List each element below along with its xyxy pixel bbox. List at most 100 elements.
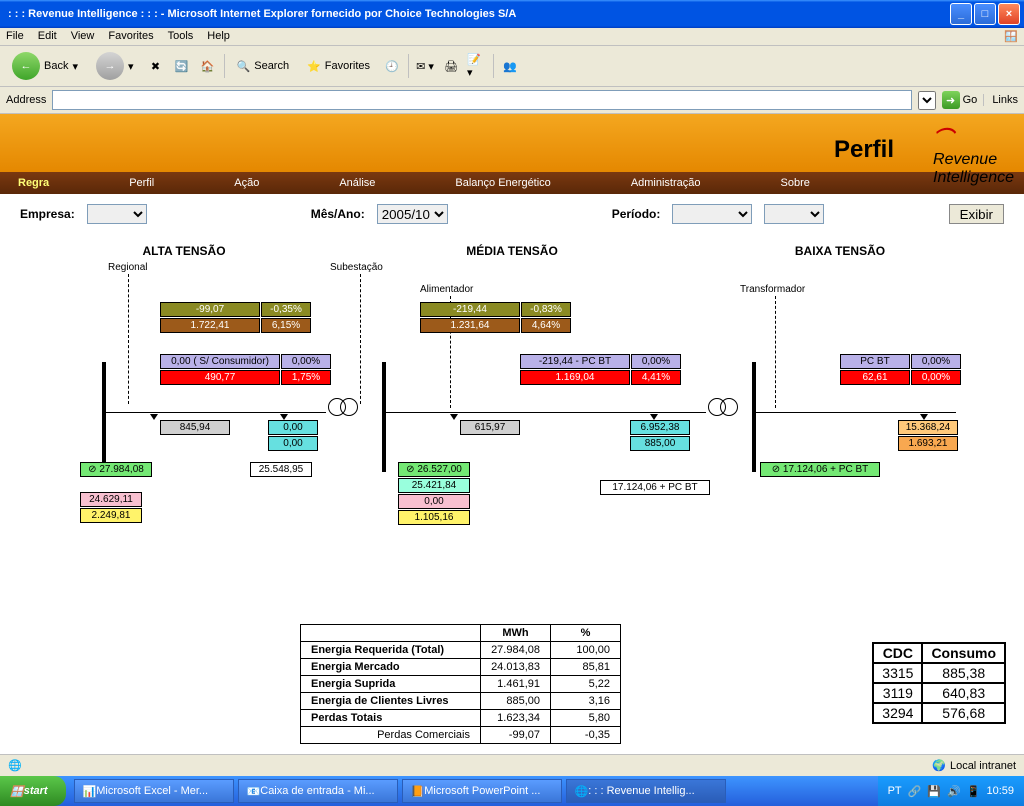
taskbar-item-outlook[interactable]: 📧 Caixa de entrada - Mi...: [238, 779, 398, 803]
minimize-button[interactable]: _: [950, 3, 972, 25]
taskbar-item-ie[interactable]: 🌐 : : : Revenue Intellig...: [566, 779, 726, 803]
media-brown-val: 1.231,64: [420, 318, 520, 333]
media-red-pct: 4,41%: [631, 370, 681, 385]
media-cyan2: 885,00: [630, 436, 690, 451]
window-title: : : : Revenue Intelligence : : : - Micro…: [4, 8, 950, 20]
address-dropdown[interactable]: [918, 91, 936, 110]
alta-loss-pct: -0,35%: [261, 302, 311, 317]
alta-lav-val: 0,00 ( S/ Consumidor): [160, 354, 280, 369]
label-subestacao: Subestação: [330, 262, 383, 273]
zone-icon: 🌍: [932, 759, 946, 772]
toolbar: ← Back ▾ → ▾ ✖ 🔄 🏠 🔍 Search ⭐ Favorites …: [0, 46, 1024, 87]
menu-tools[interactable]: Tools: [168, 30, 194, 43]
media-cyan1: 6.952,38: [630, 420, 690, 435]
refresh-button[interactable]: 🔄: [172, 56, 192, 76]
page-viewport: Perfil ⌒ RevenueIntelligence Regra Perfi…: [0, 114, 1024, 754]
transformer2-icon: [708, 398, 738, 419]
label-empresa: Empresa:: [20, 207, 75, 221]
alta-gray: 845,94: [160, 420, 230, 435]
filter-row: Empresa: Mês/Ano: 2005/10 Período: Exibi…: [20, 204, 1004, 224]
tab-admin[interactable]: Administração: [631, 177, 701, 189]
tab-acao[interactable]: Ação: [234, 177, 259, 189]
media-lav-pct: 0,00%: [631, 354, 681, 369]
tray-icon[interactable]: 🔗: [908, 785, 922, 798]
media-lav-val: -219,44 - PC BT: [520, 354, 630, 369]
mail-button[interactable]: ✉ ▾: [415, 56, 435, 76]
alta-green: ⊘ 27.984,08: [80, 462, 152, 477]
tab-balanco[interactable]: Balanço Energético: [455, 177, 550, 189]
media-brown-pct: 4,64%: [521, 318, 571, 333]
select-periodo-from[interactable]: [672, 204, 752, 224]
menubar: File Edit View Favorites Tools Help 🪟: [0, 28, 1024, 46]
tab-analise[interactable]: Análise: [339, 177, 375, 189]
col-media: MÉDIA TENSÃO: [348, 244, 676, 258]
maximize-button[interactable]: □: [974, 3, 996, 25]
close-button[interactable]: ×: [998, 3, 1020, 25]
select-mesano[interactable]: 2005/10: [377, 204, 448, 224]
messenger-button[interactable]: 👥: [500, 56, 520, 76]
media-pink: 0,00: [398, 494, 470, 509]
col-baixa: BAIXA TENSÃO: [676, 244, 1004, 258]
alta-brown-pct: 6,15%: [261, 318, 311, 333]
tray-icon[interactable]: 💾: [927, 785, 941, 798]
select-periodo-to[interactable]: [764, 204, 824, 224]
statusbar: 🌐 🌍 Local intranet: [0, 754, 1024, 776]
menu-file[interactable]: File: [6, 30, 24, 43]
select-empresa[interactable]: [87, 204, 147, 224]
start-button[interactable]: 🪟 start: [0, 776, 66, 806]
menu-edit[interactable]: Edit: [38, 30, 57, 43]
alta-cyan1: 0,00: [268, 420, 318, 435]
cdc-table: CDCConsumo 3315885,38 3119640,83 3294576…: [872, 642, 1006, 724]
taskbar-item-excel[interactable]: 📊 Microsoft Excel - Mer...: [74, 779, 234, 803]
forward-icon: →: [96, 52, 124, 80]
media-gray: 615,97: [460, 420, 520, 435]
tray-icon[interactable]: 🔊: [947, 785, 961, 798]
links-label[interactable]: Links: [983, 94, 1018, 106]
taskbar-item-powerpoint[interactable]: 📙 Microsoft PowerPoint ...: [402, 779, 562, 803]
baixa-lav-val: PC BT: [840, 354, 910, 369]
menu-help[interactable]: Help: [207, 30, 230, 43]
address-label: Address: [6, 94, 46, 106]
status-icon: 🌐: [8, 759, 22, 772]
baixa-ltorange: 15.368,24: [898, 420, 958, 435]
go-button[interactable]: ➜ Go: [942, 91, 978, 109]
address-input[interactable]: [52, 90, 911, 110]
tab-perfil[interactable]: Perfil: [129, 177, 154, 189]
exibir-button[interactable]: Exibir: [949, 204, 1004, 224]
alta-red-val: 490,77: [160, 370, 280, 385]
back-button[interactable]: ← Back ▾: [6, 50, 84, 82]
label-alimentador: Alimentador: [420, 284, 473, 295]
label-mesano: Mês/Ano:: [311, 207, 365, 221]
label-periodo: Período:: [612, 207, 661, 221]
print-button[interactable]: 🖨: [441, 56, 461, 76]
media-white: 17.124,06 + PC BT: [600, 480, 710, 495]
tray-icon[interactable]: 📱: [967, 785, 981, 798]
back-icon: ←: [12, 52, 40, 80]
tab-sobre[interactable]: Sobre: [781, 177, 810, 189]
media-red-val: 1.169,04: [520, 370, 630, 385]
menu-favorites[interactable]: Favorites: [108, 30, 153, 43]
edit-button[interactable]: 📝 ▾: [467, 56, 487, 76]
label-transformador: Transformador: [740, 284, 805, 295]
addressbar: Address ➜ Go Links: [0, 87, 1024, 114]
page-title: Perfil: [834, 136, 894, 164]
media-aqua: 25.421,84: [398, 478, 470, 493]
alta-loss-val: -99,07: [160, 302, 260, 317]
media-loss-val: -219,44: [420, 302, 520, 317]
menu-view[interactable]: View: [71, 30, 95, 43]
brand-logo: ⌒ RevenueIntelligence: [933, 122, 1014, 187]
lang-indicator[interactable]: PT: [888, 785, 902, 797]
zone-label: Local intranet: [950, 760, 1016, 772]
stop-button[interactable]: ✖: [146, 56, 166, 76]
search-button[interactable]: 🔍 Search: [231, 58, 296, 75]
home-button[interactable]: 🏠: [198, 56, 218, 76]
tab-regra[interactable]: Regra: [18, 177, 49, 189]
clock[interactable]: 10:59: [986, 785, 1014, 797]
favorites-button[interactable]: ⭐ Favorites: [301, 58, 376, 75]
history-button[interactable]: 🕘: [382, 56, 402, 76]
media-yellow: 1.105,16: [398, 510, 470, 525]
forward-button[interactable]: → ▾: [90, 50, 140, 82]
alta-pink: 24.629,11: [80, 492, 142, 507]
alta-brown-val: 1.722,41: [160, 318, 260, 333]
taskbar: 🪟 start 📊 Microsoft Excel - Mer... 📧 Cai…: [0, 776, 1024, 806]
